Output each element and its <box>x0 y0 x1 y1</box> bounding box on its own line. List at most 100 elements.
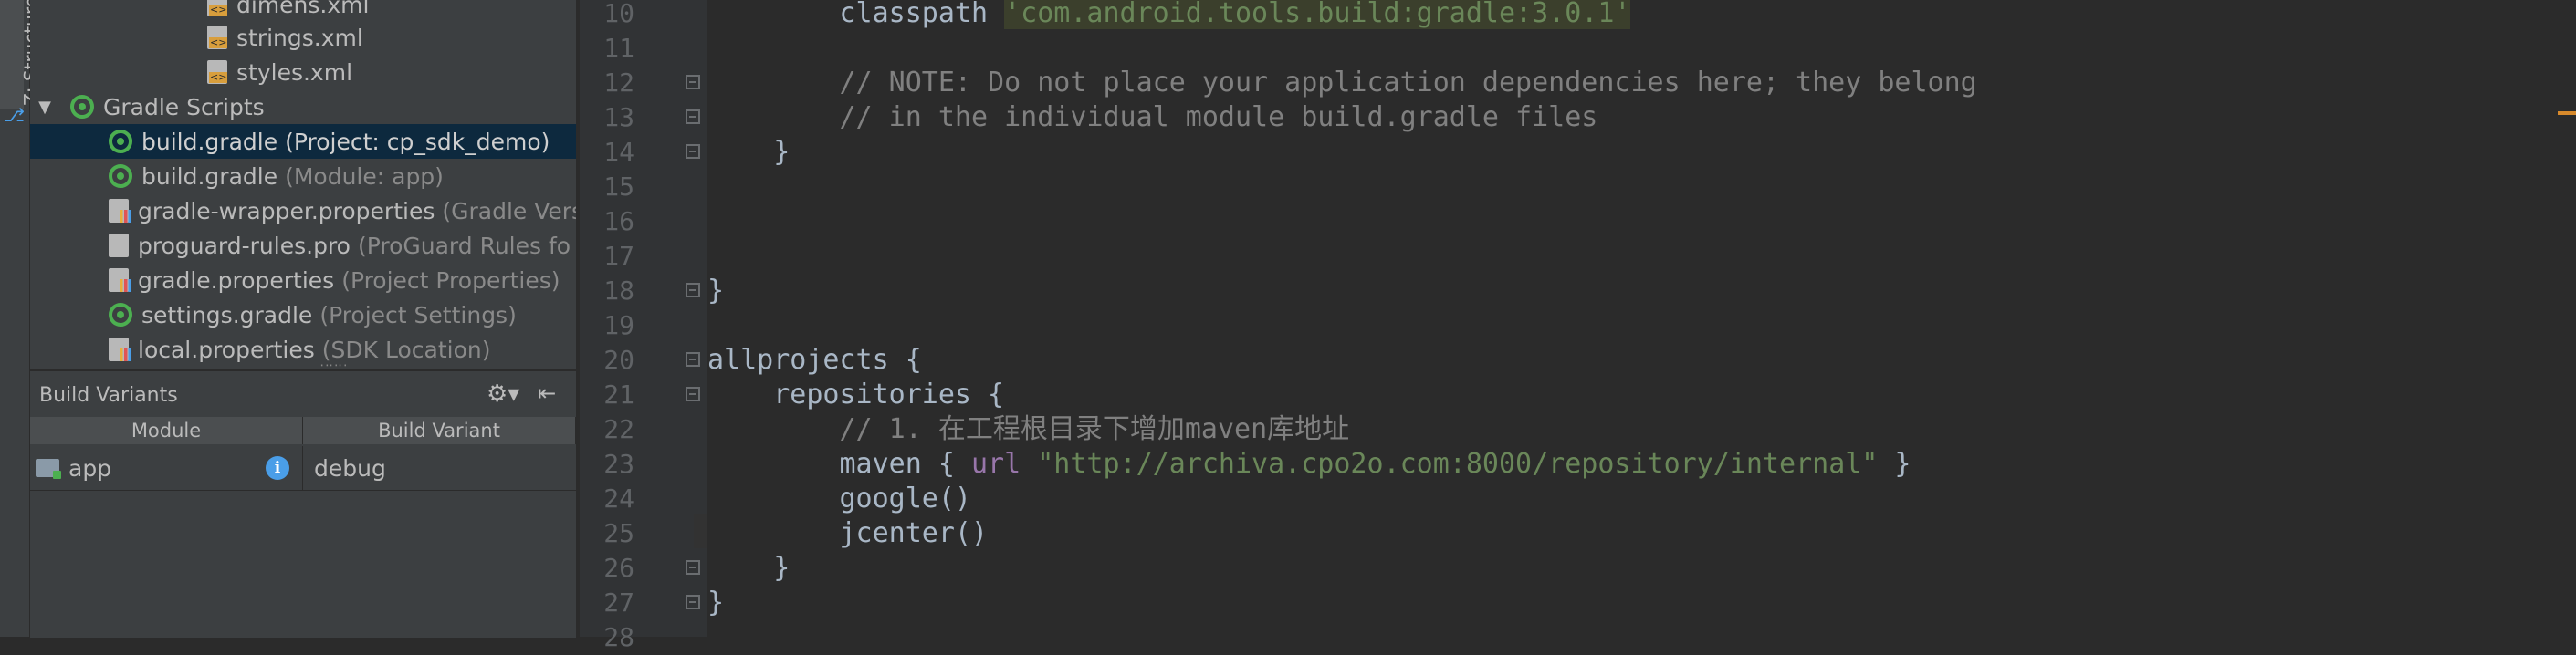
tree-item-label: gradle.properties <box>138 266 335 294</box>
code-line-24: google() <box>707 483 971 515</box>
properties-file-icon <box>109 199 131 223</box>
code-line-10: classpath 'com.android.tools.build:gradl… <box>707 0 1631 31</box>
tree-item-gradle-properties[interactable]: gradle.properties (Project Properties) <box>30 263 576 297</box>
code-text: maven { <box>707 448 971 480</box>
tree-item-local-properties[interactable]: local.properties (SDK Location) <box>30 332 576 367</box>
code-line-20: allprojects { <box>707 344 922 376</box>
code-line-27: } <box>707 587 725 619</box>
code-editor[interactable]: classpath 'com.android.tools.build:gradl… <box>707 0 2576 637</box>
properties-file-icon <box>109 338 131 361</box>
code-text: classpath <box>707 0 1005 29</box>
build-variants-table-header: Module Build Variant <box>30 417 576 444</box>
tree-item-label: build.gradle <box>141 162 278 190</box>
text-file-icon <box>109 234 129 257</box>
info-icon[interactable]: i <box>266 456 289 480</box>
build-variants-panel: Build Variants ⚙▾ ⇤ Module Build Variant… <box>30 370 576 638</box>
gradle-icon <box>109 130 132 153</box>
tree-item-gradle-wrapper[interactable]: gradle-wrapper.properties (Gradle Vers <box>30 193 576 228</box>
code-line-26: } <box>707 552 791 584</box>
tree-item-build-gradle-module[interactable]: build.gradle (Module: app) <box>30 159 576 193</box>
fold-marker-icon[interactable] <box>686 387 700 401</box>
tree-item-hint: (Gradle Vers <box>442 197 576 224</box>
tree-item-label: styles.xml <box>236 58 353 86</box>
xml-file-icon <box>207 26 228 49</box>
properties-file-icon <box>109 268 131 292</box>
editor-gutter: 10 11 12 13 14 15 16 17 18 19 20 21 22 2… <box>580 0 707 652</box>
tree-item-hint: (SDK Location) <box>321 336 491 363</box>
code-line-25: jcenter() <box>707 517 989 549</box>
column-header-build-variant[interactable]: Build Variant <box>303 417 576 444</box>
line-number: 14 <box>603 137 634 167</box>
tree-item-label: dimens.xml <box>236 0 370 18</box>
line-number: 10 <box>603 0 634 28</box>
build-variants-title: Build Variants <box>39 384 178 407</box>
code-line-22: // 1. 在工程根目录下增加maven库地址 <box>707 413 1350 445</box>
tool-window-strip: Z: Structure ⎇ <box>0 0 42 637</box>
tree-item-label: gradle-wrapper.properties <box>138 197 435 224</box>
code-line-23: maven { url "http://archiva.cpo2o.com:80… <box>707 447 1911 482</box>
gradle-icon <box>70 95 94 119</box>
line-number: 18 <box>603 276 634 306</box>
scrollbar-marker[interactable] <box>2558 111 2576 115</box>
code-line-13: // in the individual module build.gradle… <box>707 101 1598 133</box>
tree-item-label: build.gradle <box>141 128 278 155</box>
code-text: } <box>1878 448 1911 480</box>
expand-arrow-icon[interactable]: ▼ <box>36 98 54 117</box>
line-number: 17 <box>603 241 634 271</box>
line-number: 12 <box>603 68 634 98</box>
fold-marker-icon[interactable] <box>686 283 700 297</box>
project-tree-panel: dimens.xml strings.xml styles.xml ▼ Grad… <box>30 0 576 369</box>
code-line-21: repositories { <box>707 379 1005 411</box>
module-name: app <box>68 454 112 482</box>
tree-item-build-gradle-project[interactable]: build.gradle (Project: cp_sdk_demo) <box>30 124 576 159</box>
gradle-icon <box>109 164 132 188</box>
property-keyword: url <box>970 448 1021 480</box>
tree-item-label: proguard-rules.pro <box>138 232 351 259</box>
line-number: 23 <box>603 449 634 479</box>
code-line-18: } <box>707 275 725 307</box>
fold-marker-icon[interactable] <box>686 75 700 89</box>
gear-icon[interactable]: ⚙▾ <box>487 380 519 408</box>
line-number: 19 <box>603 310 634 340</box>
fold-marker-icon[interactable] <box>686 352 700 367</box>
string-literal: "http://archiva.cpo2o.com:8000/repositor… <box>1037 448 1879 480</box>
fold-marker-icon[interactable] <box>686 595 700 609</box>
tree-item-hint: (Project: cp_sdk_demo) <box>285 128 550 155</box>
tree-item-hint: (Project Properties) <box>341 266 560 294</box>
hide-panel-icon[interactable]: ⇤ <box>538 380 556 406</box>
line-number: 27 <box>603 587 634 618</box>
tree-item-label: strings.xml <box>236 24 363 51</box>
fold-marker-icon[interactable] <box>686 144 700 159</box>
tree-item-settings-gradle[interactable]: settings.gradle (Project Settings) <box>30 297 576 332</box>
fold-marker-icon[interactable] <box>686 560 700 575</box>
line-number: 24 <box>603 483 634 514</box>
column-header-module[interactable]: Module <box>30 417 303 444</box>
xml-file-icon <box>207 60 228 84</box>
tree-item-label: Gradle Scripts <box>103 93 265 120</box>
structure-tool-tab[interactable]: Z: Structure <box>0 0 42 109</box>
fold-marker-icon[interactable] <box>686 109 700 124</box>
build-variant-select[interactable]: debug <box>303 446 576 490</box>
line-number: 26 <box>603 553 634 583</box>
line-number: 25 <box>603 518 634 548</box>
line-number: 28 <box>603 622 634 652</box>
build-variant-value: debug <box>314 454 386 482</box>
tree-item-hint: (Project Settings) <box>319 301 517 328</box>
tree-item-proguard-rules[interactable]: proguard-rules.pro (ProGuard Rules fo <box>30 228 576 263</box>
xml-file-icon <box>207 0 228 16</box>
line-number: 22 <box>603 414 634 444</box>
code-line-14: } <box>707 136 791 168</box>
tree-item-strings-xml[interactable]: strings.xml <box>30 20 576 55</box>
line-number: 11 <box>603 33 634 63</box>
table-row[interactable]: app i debug <box>30 446 576 491</box>
string-literal: 'com.android.tools.build:gradle:3.0.1' <box>1004 0 1631 29</box>
tree-item-gradle-scripts[interactable]: ▼ Gradle Scripts <box>30 89 576 124</box>
line-number: 16 <box>603 206 634 236</box>
tree-item-dimens-xml[interactable]: dimens.xml <box>30 0 576 22</box>
tree-item-styles-xml[interactable]: styles.xml <box>30 55 576 89</box>
resize-grip-icon[interactable]: ∷∷∷ <box>320 361 348 369</box>
tree-item-label: local.properties <box>138 336 315 363</box>
module-folder-icon <box>36 459 61 479</box>
line-number: 21 <box>603 379 634 410</box>
line-number: 15 <box>603 172 634 202</box>
